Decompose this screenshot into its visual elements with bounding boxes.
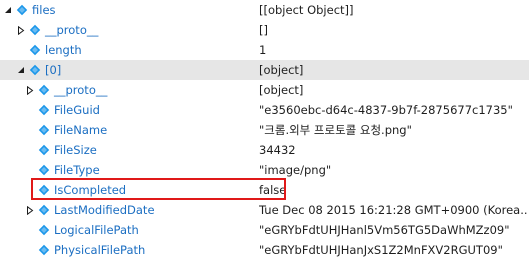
property-value: [object]: [259, 63, 304, 77]
tree-row-proto[interactable]: __proto__ []: [0, 20, 529, 40]
property-name: __proto__: [54, 83, 108, 97]
name-cell: PhysicalFilePath: [37, 240, 145, 260]
tree-row-fileguid[interactable]: FileGuid "e3560ebc-d64c-4837-9b7f-287567…: [0, 100, 529, 120]
property-value: []: [259, 23, 268, 37]
name-cell: __proto__: [24, 80, 107, 100]
tree-row-logicalfilepath[interactable]: LogicalFilePath "eGRYbFdtUHJHanl5Vm56TG5…: [0, 220, 529, 240]
property-value: "크롬.외부 프로토콜 요청.png": [259, 123, 412, 137]
tree-row-filename[interactable]: FileName "크롬.외부 프로토콜 요청.png": [0, 120, 529, 140]
name-cell: LastModifiedDate: [24, 200, 155, 220]
property-icon: [37, 123, 51, 137]
tree-row-length[interactable]: length 1: [0, 40, 529, 60]
property-icon: [37, 143, 51, 157]
property-icon: [15, 3, 29, 17]
property-value: [[object Object]]: [259, 3, 354, 17]
property-name: LastModifiedDate: [54, 203, 155, 217]
tree-row-lastmodifieddate[interactable]: LastModifiedDate Tue Dec 08 2015 16:21:2…: [0, 200, 529, 220]
property-name: IsCompleted: [54, 183, 127, 197]
name-cell: IsCompleted: [37, 180, 126, 200]
name-cell: FileName: [37, 120, 107, 140]
name-cell: LogicalFilePath: [37, 220, 139, 240]
property-value: "eGRYbFdtUHJHanl5Vm56TG5DaWhMZz09": [259, 223, 510, 237]
property-value: [object]: [259, 83, 304, 97]
expand-triangle-icon[interactable]: [2, 0, 13, 20]
tree-row-filetype[interactable]: FileType "image/png": [0, 160, 529, 180]
property-name: PhysicalFilePath: [54, 243, 146, 257]
tree-row-physicalfilepath[interactable]: PhysicalFilePath "eGRYbFdtUHJHanJxS1Z2Mn…: [0, 240, 529, 260]
watch-tree: files [[object Object]] __proto__ [] len…: [0, 0, 529, 260]
property-icon: [37, 243, 51, 257]
property-value: false: [259, 183, 287, 197]
property-value: Tue Dec 08 2015 16:21:28 GMT+0900 (Korea…: [259, 203, 527, 217]
name-cell: FileType: [37, 160, 100, 180]
collapse-triangle-icon[interactable]: [24, 80, 35, 100]
property-icon: [37, 203, 51, 217]
property-icon: [37, 183, 51, 197]
property-icon: [28, 63, 42, 77]
name-cell: length: [28, 40, 82, 60]
property-icon: [37, 223, 51, 237]
property-icon: [37, 103, 51, 117]
name-cell: __proto__: [15, 20, 98, 40]
tree-row-files[interactable]: files [[object Object]]: [0, 0, 529, 20]
property-name: FileSize: [54, 143, 97, 157]
property-icon: [28, 43, 42, 57]
property-name: FileType: [54, 163, 100, 177]
name-cell: FileSize: [37, 140, 97, 160]
property-icon: [37, 163, 51, 177]
tree-row-index-0[interactable]: [0] [object]: [0, 60, 529, 80]
tree-row-proto[interactable]: __proto__ [object]: [0, 80, 529, 100]
property-name: files: [32, 3, 56, 17]
name-cell: [0]: [15, 60, 61, 80]
property-value: "image/png": [259, 163, 332, 177]
collapse-triangle-icon[interactable]: [24, 200, 35, 220]
property-icon: [28, 23, 42, 37]
property-value: "e3560ebc-d64c-4837-9b7f-2875677c1735": [259, 103, 513, 117]
property-name: FileName: [54, 123, 108, 137]
tree-row-iscompleted[interactable]: IsCompleted false: [0, 180, 529, 200]
name-cell: files: [2, 0, 56, 20]
property-name: [0]: [45, 63, 62, 77]
property-icon: [37, 83, 51, 97]
property-value: 34432: [259, 143, 296, 157]
expand-triangle-icon[interactable]: [15, 60, 26, 80]
property-name: FileGuid: [54, 103, 100, 117]
property-value: 1: [259, 43, 267, 57]
property-value: "eGRYbFdtUHJHanJxS1Z2MnFXV2RGUT09": [259, 243, 503, 257]
property-name: length: [45, 43, 82, 57]
collapse-triangle-icon[interactable]: [15, 20, 26, 40]
property-name: __proto__: [45, 23, 99, 37]
tree-row-filesize[interactable]: FileSize 34432: [0, 140, 529, 160]
property-name: LogicalFilePath: [54, 223, 139, 237]
name-cell: FileGuid: [37, 100, 100, 120]
